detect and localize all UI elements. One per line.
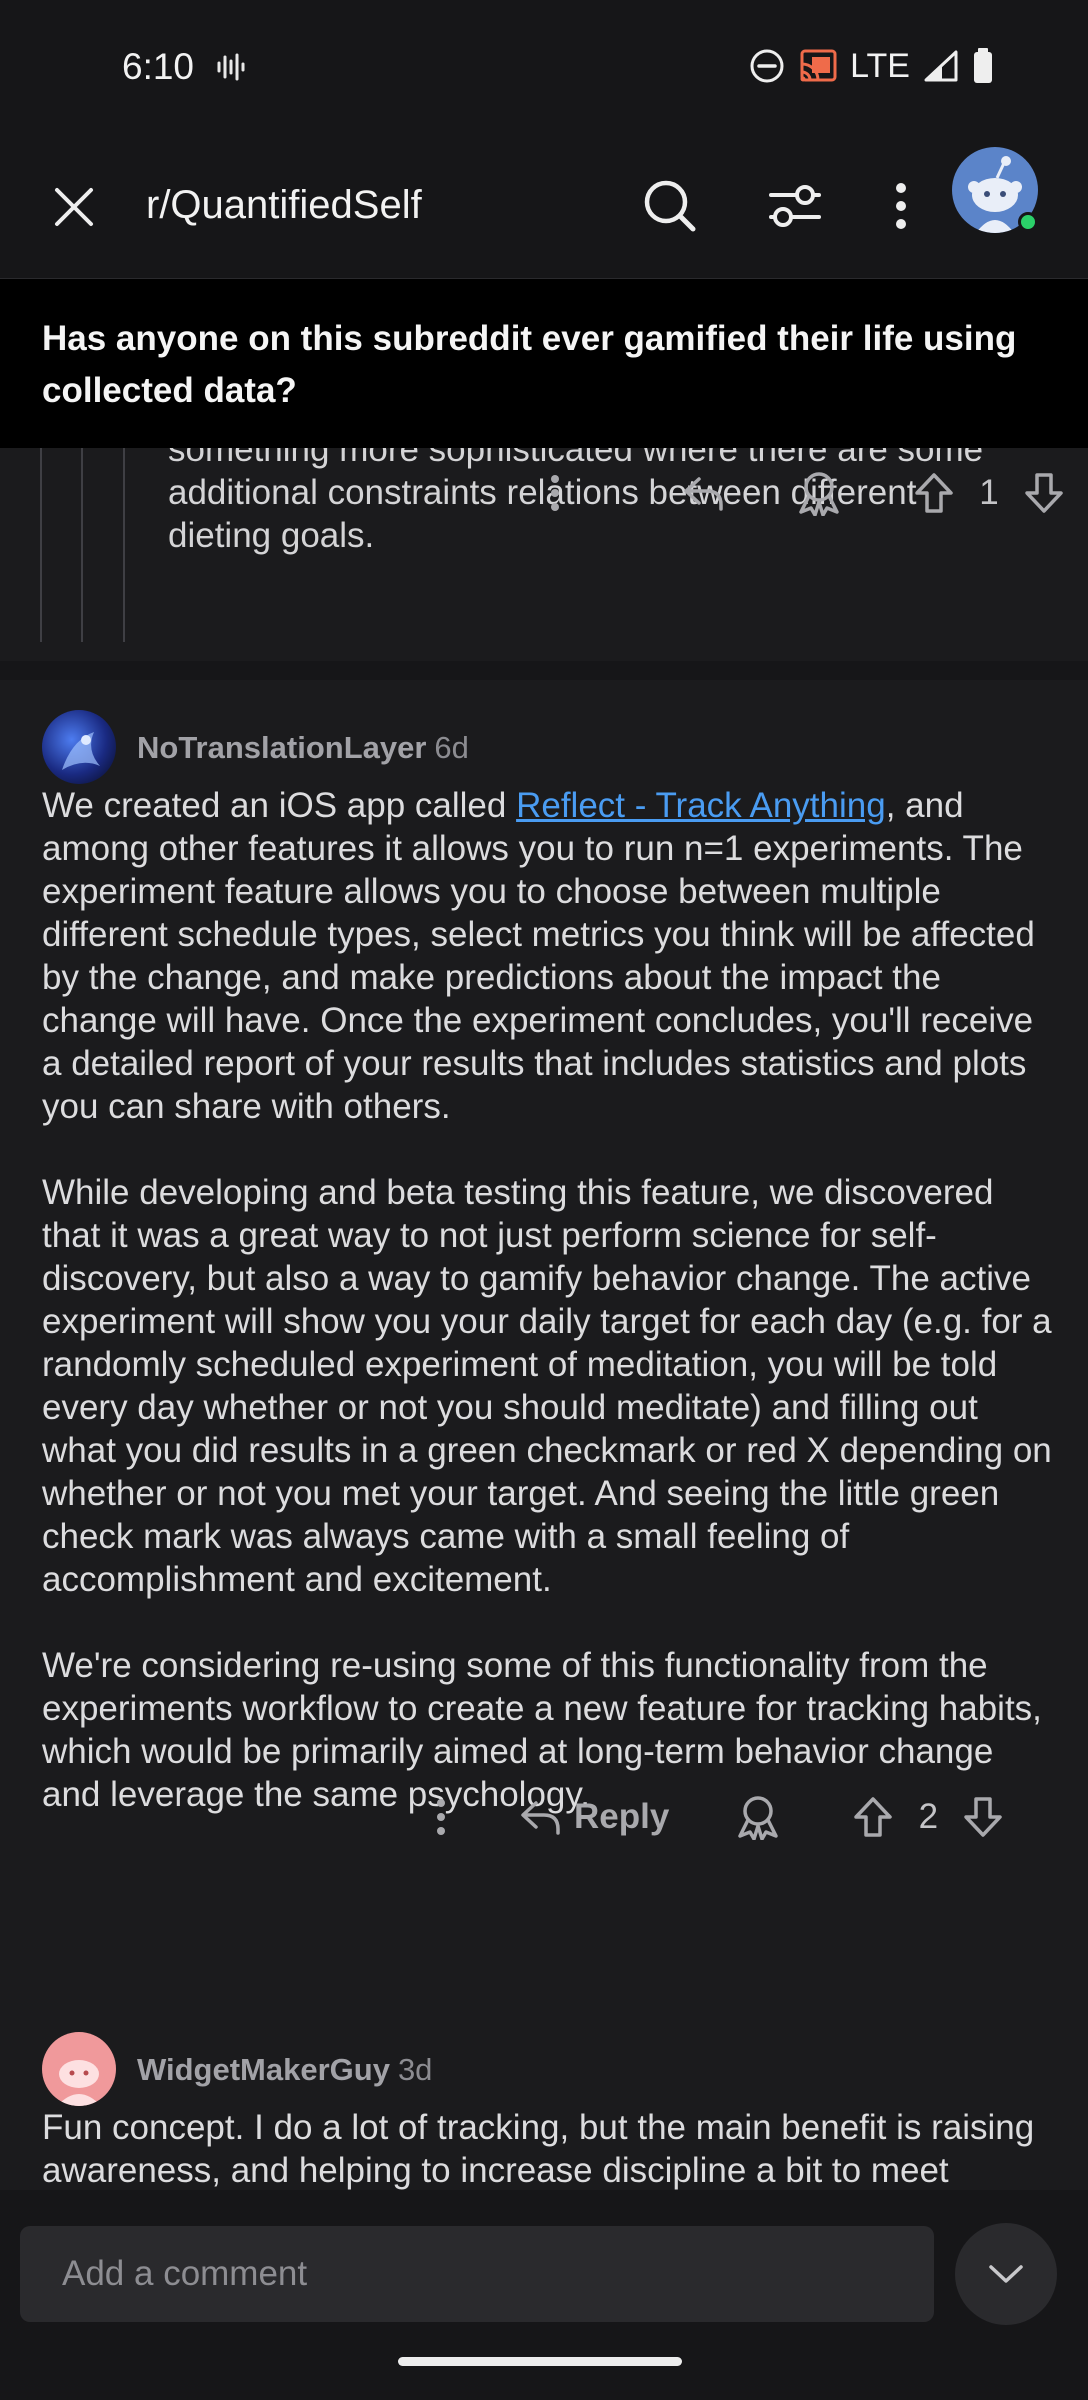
collapse-button[interactable] bbox=[955, 2223, 1057, 2325]
home-indicator[interactable] bbox=[398, 2357, 682, 2366]
close-button[interactable] bbox=[44, 177, 104, 237]
post-title-banner[interactable]: Has anyone on this subreddit ever gamifi… bbox=[0, 278, 1088, 448]
filter-icon bbox=[769, 185, 821, 227]
comment-actions: 1 bbox=[520, 468, 1074, 518]
status-bar: 6:10 LTE bbox=[0, 0, 1088, 135]
filter-button[interactable] bbox=[762, 173, 828, 239]
comment-body: We created an iOS app called Reflect - T… bbox=[42, 784, 1052, 1859]
chevron-down-icon bbox=[989, 2265, 1023, 2283]
top-app-bar: r/QuantifiedSelf bbox=[0, 135, 1088, 278]
online-status-dot bbox=[1018, 212, 1038, 232]
comment: NoTranslationLayer 6d We created an iOS a… bbox=[0, 680, 1088, 2222]
more-vertical-icon bbox=[896, 183, 906, 229]
award-icon bbox=[799, 472, 839, 516]
reply-icon bbox=[684, 477, 723, 511]
network-type: LTE bbox=[850, 46, 910, 85]
reply-icon bbox=[521, 1801, 560, 1835]
user-avatar-icon bbox=[62, 732, 100, 770]
upvote-arrow-icon bbox=[854, 1797, 893, 1837]
reply-button[interactable] bbox=[668, 473, 738, 513]
comment-actions: Reply 2 bbox=[406, 1789, 1013, 1845]
award-icon bbox=[738, 1796, 779, 1840]
comment-paragraph: We created an iOS app called Reflect - T… bbox=[42, 784, 1052, 1128]
comment-list[interactable]: something more sophisticated where there… bbox=[0, 278, 1088, 2222]
more-vertical-icon bbox=[437, 1799, 445, 1835]
post-title: Has anyone on this subreddit ever gamifi… bbox=[42, 319, 1017, 410]
snoo-avatar-icon bbox=[57, 2060, 101, 2106]
more-button[interactable] bbox=[520, 473, 590, 513]
more-button[interactable] bbox=[406, 1797, 476, 1837]
status-icons: LTE bbox=[748, 44, 994, 88]
downvote-arrow-icon bbox=[964, 1797, 1003, 1837]
close-icon bbox=[55, 188, 93, 226]
vote-count: 2 bbox=[918, 1797, 939, 1836]
text-span: , and among other features it allows you… bbox=[42, 786, 1035, 1126]
more-vertical-icon bbox=[551, 475, 559, 511]
do-not-disturb-icon bbox=[750, 49, 784, 83]
avatar[interactable] bbox=[42, 710, 116, 784]
vote-count: 1 bbox=[979, 473, 999, 512]
avatar[interactable] bbox=[42, 2032, 116, 2106]
battery-icon bbox=[974, 48, 992, 83]
sound-wave-icon bbox=[217, 53, 245, 81]
comment-meta: NoTranslationLayer 6d bbox=[137, 730, 469, 766]
downvote-button[interactable] bbox=[1014, 471, 1074, 515]
reply-button[interactable]: Reply bbox=[518, 1797, 669, 1837]
comment-composer: Add a comment bbox=[0, 2190, 1088, 2400]
downvote-arrow-icon bbox=[1025, 473, 1063, 513]
username[interactable]: NoTranslationLayer bbox=[137, 730, 426, 765]
comment-age: 6d bbox=[434, 730, 469, 765]
comment-age: 3d bbox=[397, 2052, 433, 2087]
reply-label: Reply bbox=[574, 1797, 670, 1836]
comment-meta: WidgetMakerGuy 3d bbox=[137, 2052, 432, 2088]
comment-paragraph: While developing and beta testing this f… bbox=[42, 1173, 1052, 1599]
award-button[interactable] bbox=[723, 1794, 793, 1840]
more-options-button[interactable] bbox=[868, 173, 934, 239]
downvote-button[interactable] bbox=[953, 1795, 1013, 1839]
comment: WidgetMakerGuy 3d Fun concept. I do a lot… bbox=[0, 2002, 1088, 2222]
award-button[interactable] bbox=[784, 470, 854, 516]
subreddit-title[interactable]: r/QuantifiedSelf bbox=[146, 183, 422, 228]
comment-line: dieting goals. bbox=[168, 516, 375, 555]
text-span: We created an iOS app called bbox=[42, 786, 517, 825]
upvote-button[interactable] bbox=[843, 1795, 903, 1839]
status-time: 6:10 bbox=[122, 46, 195, 87]
signal-icon bbox=[924, 50, 958, 82]
search-button[interactable] bbox=[637, 173, 703, 239]
username[interactable]: WidgetMakerGuy bbox=[137, 2052, 390, 2087]
upvote-button[interactable] bbox=[904, 471, 964, 515]
search-icon bbox=[644, 180, 696, 232]
app-link[interactable]: Reflect - Track Anything bbox=[516, 786, 886, 825]
add-comment-input[interactable]: Add a comment bbox=[20, 2226, 934, 2322]
upvote-arrow-icon bbox=[915, 473, 953, 513]
cast-icon bbox=[800, 49, 837, 82]
